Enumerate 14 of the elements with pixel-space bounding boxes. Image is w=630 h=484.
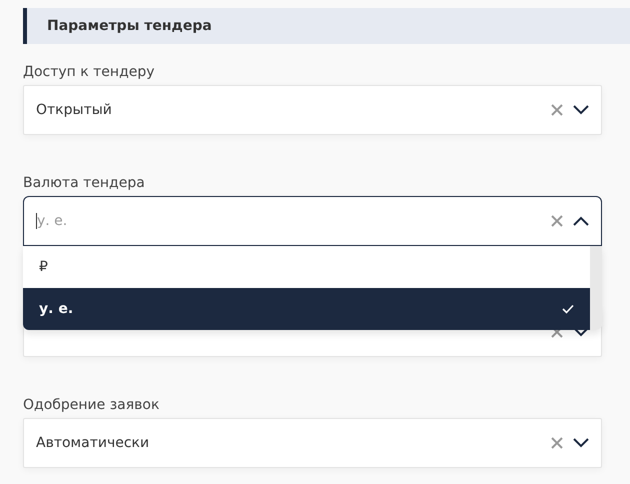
scrollbar[interactable] [590, 246, 602, 330]
chevron-down-icon[interactable] [573, 327, 589, 337]
check-icon [562, 304, 574, 314]
select-field[interactable]: Автоматически [23, 418, 602, 468]
field-label: Одобрение заявок [23, 396, 160, 415]
chevron-down-icon[interactable] [573, 105, 589, 115]
field-label: Доступ к тендеру [23, 63, 156, 82]
chevron-up-icon[interactable] [573, 216, 589, 226]
section-header: Параметры тендера [23, 8, 630, 44]
select-field[interactable]: Открытый [23, 85, 602, 135]
dropdown-option[interactable]: у. е. [23, 288, 590, 330]
chevron-down-icon[interactable] [573, 438, 589, 448]
field-label: Валюта тендера [23, 174, 146, 193]
dropdown-option[interactable]: ₽ [23, 246, 590, 288]
